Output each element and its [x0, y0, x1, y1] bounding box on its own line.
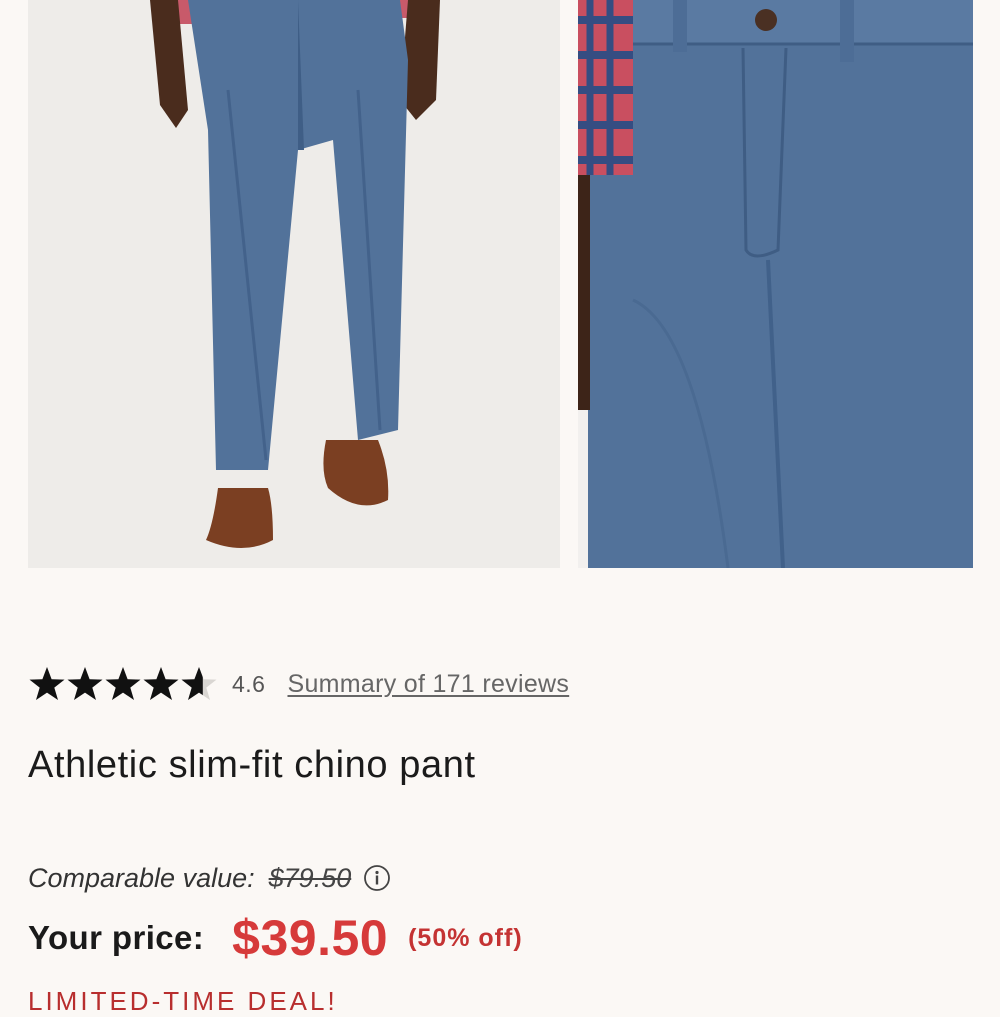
discount-badge: (50% off): [408, 923, 523, 952]
price-row: Your price: $39.50 (50% off): [28, 906, 523, 970]
product-image-detail-view[interactable]: [578, 0, 973, 568]
star-icon: [29, 667, 65, 700]
rating-value: 4.6: [232, 670, 266, 697]
comparable-value-row: Comparable value: $79.50: [28, 858, 391, 898]
pant-closeup-illustration: [578, 0, 973, 568]
price-value: $39.50: [232, 910, 389, 966]
info-icon[interactable]: [363, 864, 391, 892]
star-icon: [181, 667, 217, 700]
star-icon: [105, 667, 141, 700]
product-image-full-view[interactable]: [28, 0, 560, 568]
star-icon: [143, 667, 179, 700]
star-icon: [67, 667, 103, 700]
comparable-label: Comparable value:: [28, 862, 255, 893]
product-title: Athletic slim-fit chino pant: [28, 744, 476, 786]
rating-row: 4.6 Summary of 171 reviews: [28, 662, 569, 706]
reviews-summary-link[interactable]: Summary of 171 reviews: [287, 670, 569, 699]
limited-time-deal-label: LIMITED-TIME DEAL!: [28, 986, 338, 1016]
comparable-value: $79.50: [268, 862, 352, 893]
price-label: Your price:: [28, 919, 205, 956]
rating-stars: [28, 665, 218, 703]
model-full-length-illustration: [28, 0, 560, 568]
